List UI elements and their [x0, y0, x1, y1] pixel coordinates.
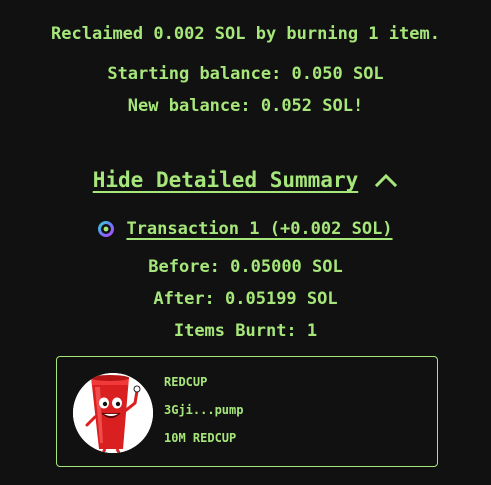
before-balance: Before: 0.05000 SOL: [148, 257, 343, 277]
chevron-up-icon[interactable]: [374, 172, 398, 188]
transaction-link[interactable]: Transaction 1 (+0.002 SOL): [126, 219, 392, 239]
token-address: 3Gji...pump: [164, 403, 244, 417]
token-amount: 10M REDCUP: [164, 431, 237, 445]
detailed-summary-toggle[interactable]: Hide Detailed Summary: [0, 168, 491, 192]
red-cup-image: [73, 373, 153, 453]
hide-detailed-summary-link[interactable]: Hide Detailed Summary: [93, 168, 359, 192]
reclaimed-message: Reclaimed 0.002 SOL by burning 1 item.: [51, 24, 440, 44]
transaction-row: Transaction 1 (+0.002 SOL): [0, 219, 491, 239]
starting-balance: Starting balance: 0.050 SOL: [107, 64, 384, 84]
token-name: REDCUP: [164, 375, 208, 389]
after-balance: After: 0.05199 SOL: [153, 289, 338, 309]
items-burnt: Items Burnt: 1: [173, 321, 318, 341]
token-card: REDCUP 3Gji...pump 10M REDCUP: [56, 356, 438, 467]
solana-explorer-icon: [98, 221, 115, 237]
new-balance: New balance: 0.052 SOL!: [127, 96, 364, 116]
token-avatar: [73, 373, 153, 453]
